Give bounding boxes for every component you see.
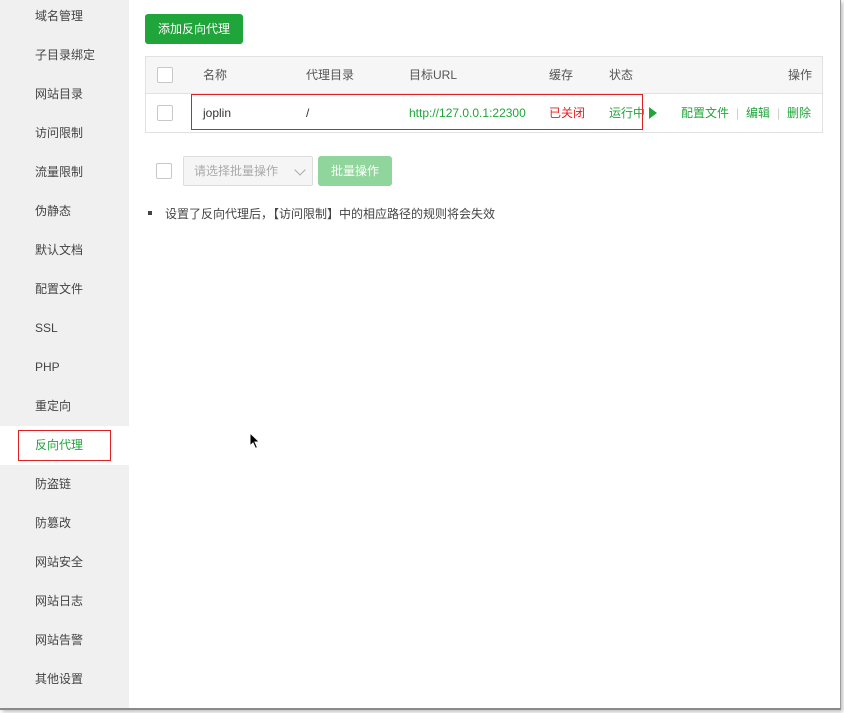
batch-checkbox[interactable] xyxy=(156,163,172,179)
delete-link[interactable]: 删除 xyxy=(787,94,811,132)
config-file-link[interactable]: 配置文件 xyxy=(681,94,729,132)
row-target-url: http://127.0.0.1:22300 xyxy=(409,106,526,120)
sidebar-item-domain[interactable]: 域名管理 xyxy=(0,0,129,36)
add-reverse-proxy-button[interactable]: 添加反向代理 xyxy=(145,14,243,44)
header-name: 名称 xyxy=(203,68,228,82)
sidebar-item-rewrite[interactable]: 伪静态 xyxy=(0,192,129,231)
sidebar-item-site-log[interactable]: 网站日志 xyxy=(0,582,129,621)
main-panel: 添加反向代理 名称 代理目录 目标URL 缓存 状态 操作 joplin / h… xyxy=(129,0,840,708)
proxy-table: 名称 代理目录 目标URL 缓存 状态 操作 joplin / http://1… xyxy=(145,56,823,133)
sidebar-item-ssl[interactable]: SSL xyxy=(0,309,129,348)
divider: | xyxy=(736,106,740,120)
row-name: joplin xyxy=(203,106,232,120)
tip-text: 设置了反向代理后，【访问限制】中的相应路径的规则将会失效 xyxy=(165,207,496,221)
header-cache: 缓存 xyxy=(549,68,574,82)
highlight-box xyxy=(18,430,111,461)
sidebar-item-config-file[interactable]: 配置文件 xyxy=(0,270,129,309)
sidebar-item-other-settings[interactable]: 其他设置 xyxy=(0,660,129,699)
sidebar-item-site-security[interactable]: 网站安全 xyxy=(0,543,129,582)
sidebar-item-default-doc[interactable]: 默认文档 xyxy=(0,231,129,270)
play-icon[interactable] xyxy=(649,107,657,119)
sidebar-item-redirect[interactable]: 重定向 xyxy=(0,387,129,426)
sidebar-item-php[interactable]: PHP xyxy=(0,348,129,387)
sidebar-item-subdir[interactable]: 子目录绑定 xyxy=(0,36,129,75)
row-proxy-dir: / xyxy=(306,106,310,120)
sidebar: 域名管理 子目录绑定 网站目录 访问限制 流量限制 伪静态 默认文档 配置文件 … xyxy=(0,0,129,708)
header-proxy-dir: 代理目录 xyxy=(306,68,355,82)
sidebar-item-site-dir[interactable]: 网站目录 xyxy=(0,75,129,114)
divider: | xyxy=(777,106,781,120)
sidebar-item-reverse-proxy[interactable]: 反向代理 xyxy=(0,426,129,465)
sidebar-item-access-limit[interactable]: 访问限制 xyxy=(0,114,129,153)
bullet-icon xyxy=(148,211,152,215)
dialog-frame: 域名管理 子目录绑定 网站目录 访问限制 流量限制 伪静态 默认文档 配置文件 … xyxy=(0,0,841,710)
chevron-down-icon xyxy=(294,164,306,176)
header-target-url: 目标URL xyxy=(409,68,458,82)
table-header: 名称 代理目录 目标URL 缓存 状态 操作 xyxy=(146,57,822,94)
edit-link[interactable]: 编辑 xyxy=(746,94,770,132)
row-status-toggle[interactable]: 运行中 xyxy=(609,94,645,132)
batch-operation-button[interactable]: 批量操作 xyxy=(318,156,392,186)
sidebar-item-site-alert[interactable]: 网站告警 xyxy=(0,621,129,660)
table-row: joplin / http://127.0.0.1:22300 已关闭 运行中 … xyxy=(146,94,822,132)
select-all-checkbox[interactable] xyxy=(157,67,173,83)
batch-select[interactable]: 请选择批量操作 xyxy=(183,156,313,186)
mouse-cursor-icon xyxy=(249,432,261,450)
header-operations: 操作 xyxy=(788,68,813,82)
batch-select-placeholder: 请选择批量操作 xyxy=(194,164,279,178)
sidebar-item-traffic-limit[interactable]: 流量限制 xyxy=(0,153,129,192)
sidebar-item-hotlink[interactable]: 防盗链 xyxy=(0,465,129,504)
row-cache-toggle[interactable]: 已关闭 xyxy=(549,94,585,132)
row-checkbox[interactable] xyxy=(157,105,173,121)
sidebar-item-tamper[interactable]: 防篡改 xyxy=(0,504,129,543)
header-status: 状态 xyxy=(609,68,634,82)
